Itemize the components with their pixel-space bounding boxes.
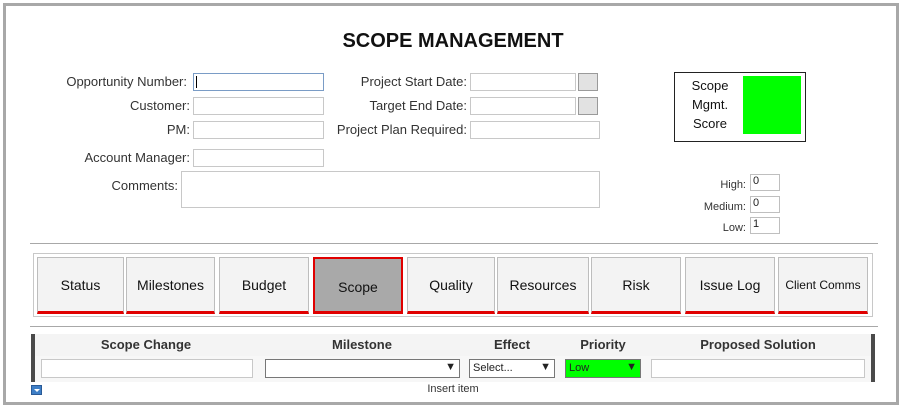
comments-textarea[interactable]: [181, 171, 600, 208]
column-header-proposed-solution: Proposed Solution: [700, 337, 816, 352]
tab-status[interactable]: Status: [37, 257, 124, 314]
project-start-date-input[interactable]: [470, 73, 576, 91]
tab-bar: Status Milestones Budget Scope Quality R…: [33, 253, 873, 317]
opportunity-number-label: Opportunity Number:: [66, 74, 187, 89]
target-end-date-picker-button[interactable]: [578, 97, 598, 115]
scope-change-grid-header: Scope Change Milestone Effect Priority P…: [31, 334, 875, 356]
column-header-priority: Priority: [580, 337, 626, 352]
project-start-date-picker-button[interactable]: [578, 73, 598, 91]
proposed-solution-input[interactable]: [651, 359, 865, 378]
scope-mgmt-score-label: Scope Mgmt. Score: [685, 76, 735, 133]
tab-quality[interactable]: Quality: [407, 257, 495, 314]
section-divider: [30, 243, 878, 244]
tab-risk[interactable]: Risk: [591, 257, 681, 314]
pm-label: PM:: [166, 122, 190, 137]
medium-count-label: Medium:: [703, 201, 746, 213]
project-plan-required-input[interactable]: [470, 121, 600, 139]
target-end-date-input[interactable]: [470, 97, 576, 115]
column-header-scope-change: Scope Change: [100, 337, 192, 352]
tab-budget[interactable]: Budget: [219, 257, 309, 314]
chevron-down-icon: ▼: [540, 361, 551, 373]
priority-value: Low: [569, 362, 590, 374]
low-count-label: Low:: [722, 222, 746, 234]
account-manager-label: Account Manager:: [84, 150, 190, 165]
score-label-line3: Score: [693, 116, 727, 131]
target-end-date-label: Target End Date:: [369, 98, 467, 113]
text-cursor: [196, 76, 197, 88]
tab-label: Milestones: [137, 276, 204, 293]
medium-count-field[interactable]: 0: [750, 196, 780, 213]
tab-label: Client Comms: [785, 277, 861, 292]
priority-select[interactable]: Low ▼: [565, 359, 641, 378]
column-header-milestone: Milestone: [332, 337, 392, 352]
project-plan-required-label: Project Plan Required:: [336, 122, 467, 137]
tab-resources[interactable]: Resources: [497, 257, 589, 314]
tab-milestones[interactable]: Milestones: [126, 257, 215, 314]
high-count-field[interactable]: 0: [750, 174, 780, 191]
chevron-down-icon: ▼: [445, 361, 456, 373]
tab-label: Quality: [429, 276, 473, 293]
customer-label: Customer:: [130, 98, 190, 113]
insert-item-link[interactable]: Insert item: [0, 383, 906, 395]
project-start-date-label: Project Start Date:: [360, 74, 467, 89]
effect-value: Select...: [473, 362, 513, 374]
low-count-field[interactable]: 1: [750, 217, 780, 234]
account-manager-input[interactable]: [193, 149, 324, 167]
table-row: ▼ Select... ▼ Low ▼: [31, 356, 875, 382]
tab-client-comms[interactable]: Client Comms: [778, 257, 868, 314]
scope-mgmt-score-box: Scope Mgmt. Score: [674, 72, 806, 142]
score-indicator-swatch: [743, 76, 801, 134]
score-label-line1: Scope: [691, 78, 729, 93]
page-title: SCOPE MANAGEMENT: [342, 30, 564, 52]
column-header-effect: Effect: [493, 337, 531, 352]
section-divider: [30, 326, 878, 327]
chevron-down-icon: ▼: [626, 361, 637, 373]
tab-label: Risk: [622, 276, 650, 293]
milestone-select[interactable]: ▼: [265, 359, 460, 378]
effect-select[interactable]: Select... ▼: [469, 359, 555, 378]
high-count-label: High:: [720, 179, 746, 191]
tab-label: Resources: [509, 276, 577, 293]
scope-change-input[interactable]: [41, 359, 253, 378]
tab-label: Issue Log: [699, 276, 761, 293]
comments-label: Comments:: [111, 178, 178, 193]
tab-scope[interactable]: Scope: [313, 257, 403, 314]
score-label-line2: Mgmt.: [691, 97, 729, 112]
tab-label: Scope: [338, 279, 378, 295]
tab-label: Status: [60, 276, 101, 293]
tab-label: Budget: [241, 276, 287, 293]
tab-issue-log[interactable]: Issue Log: [685, 257, 775, 314]
